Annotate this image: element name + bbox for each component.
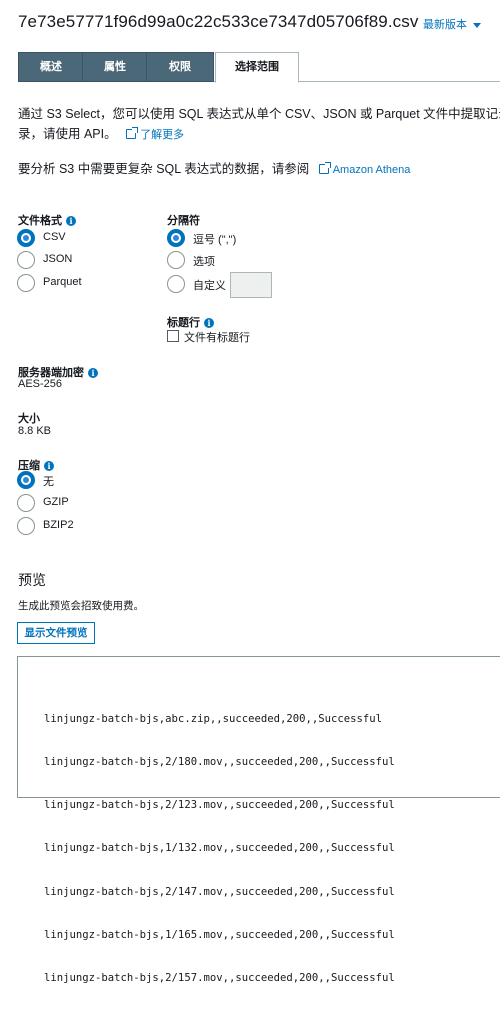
header-row-checkbox-label: 文件有标题行 <box>184 332 250 344</box>
preview-line: linjungz-batch-bjs,2/147.mov,,succeeded,… <box>44 885 395 898</box>
compression-label-text: 压缩 <box>18 460 40 472</box>
format-parquet-label: Parquet <box>43 276 82 288</box>
encryption-value: AES-256 <box>18 378 63 390</box>
header-row-label: 标题行 i <box>167 314 214 330</box>
file-format-label: 文件格式 i <box>18 212 76 228</box>
info-icon[interactable]: i <box>88 368 98 378</box>
delimiter-comma-label: 逗号 (",") <box>193 234 237 246</box>
tab-overview[interactable]: 概述 <box>18 52 84 82</box>
intro-line-1: 通过 S3 Select，您可以使用 SQL 表达式从单个 CSV、JSON 或… <box>18 107 500 121</box>
file-format-label-text: 文件格式 <box>18 215 62 227</box>
header-row-checkbox[interactable] <box>167 330 179 342</box>
compression-gzip-label: GZIP <box>43 496 69 508</box>
title-bar: 7e73e57771f96d99a0c22c533ce7347d05706f89… <box>18 12 500 36</box>
external-link-icon <box>126 127 139 139</box>
preview-heading: 预览 <box>18 572 46 588</box>
intro-line-2: 录，请使用 API。 <box>18 127 117 141</box>
radio-icon[interactable] <box>167 251 185 269</box>
tab-permissions[interactable]: 权限 <box>146 52 214 82</box>
athena-description: 要分析 S3 中需要更复杂 SQL 表达式的数据，请参阅 <box>18 162 310 176</box>
radio-icon[interactable] <box>167 275 185 293</box>
radio-icon[interactable] <box>17 251 35 269</box>
tab-select-from[interactable]: 选择范围 <box>215 52 299 83</box>
size-label: 大小 <box>18 413 40 425</box>
preview-lines: linjungz-batch-bjs,abc.zip,,succeeded,20… <box>44 683 395 1014</box>
preview-line: linjungz-batch-bjs,2/123.mov,,succeeded,… <box>44 799 395 812</box>
version-dropdown[interactable]: 最新版本 <box>423 16 481 32</box>
preview-line: linjungz-batch-bjs,1/165.mov,,succeeded,… <box>44 928 395 941</box>
custom-delimiter-input[interactable] <box>230 272 272 298</box>
delimiter-label: 分隔符 <box>167 215 200 227</box>
delimiter-tab-label: 选项 <box>193 256 215 268</box>
preview-output-box: linjungz-batch-bjs,abc.zip,,succeeded,20… <box>17 656 500 984</box>
version-label: 最新版本 <box>423 19 467 31</box>
delimiter-custom-label: 自定义 <box>193 280 226 292</box>
radio-icon[interactable] <box>17 517 35 535</box>
header-row-checkbox-row[interactable]: 文件有标题行 <box>167 329 250 345</box>
athena-text: 要分析 S3 中需要更复杂 SQL 表达式的数据，请参阅 Amazon Athe… <box>18 158 410 177</box>
format-csv-label: CSV <box>43 231 66 243</box>
info-icon[interactable]: i <box>66 216 76 226</box>
info-icon[interactable]: i <box>204 318 214 328</box>
preview-line: linjungz-batch-bjs,2/180.mov,,succeeded,… <box>44 756 395 769</box>
preview-line: linjungz-batch-bjs,1/132.mov,,succeeded,… <box>44 842 395 855</box>
athena-link-label: Amazon Athena <box>332 164 411 176</box>
preview-line: linjungz-batch-bjs,abc.zip,,succeeded,20… <box>44 712 383 725</box>
caret-down-icon <box>473 22 481 28</box>
intro-text: 通过 S3 Select，您可以使用 SQL 表达式从单个 CSV、JSON 或… <box>18 104 500 145</box>
compression-none-label: 无 <box>43 476 54 488</box>
radio-icon[interactable] <box>17 494 35 512</box>
size-value: 8.8 KB <box>18 425 52 437</box>
preview-line: linjungz-batch-bjs,2/157.mov,,succeeded,… <box>44 972 395 985</box>
object-tabs: 概述 属性 权限 选择范围 <box>18 52 500 83</box>
radio-selected-icon[interactable] <box>17 471 35 489</box>
radio-selected-icon[interactable] <box>17 229 35 247</box>
intro-line-2-wrap: 录，请使用 API。 了解更多 <box>18 124 500 145</box>
compression-bzip2-label: BZIP2 <box>43 519 74 531</box>
radio-icon[interactable] <box>17 274 35 292</box>
header-row-label-text: 标题行 <box>167 317 200 329</box>
tab-properties[interactable]: 属性 <box>82 52 148 82</box>
radio-selected-icon[interactable] <box>167 229 185 247</box>
show-preview-button[interactable]: 显示文件预览 <box>17 622 95 644</box>
external-link-icon <box>318 162 331 174</box>
file-name-title: 7e73e57771f96d99a0c22c533ce7347d05706f89… <box>18 12 419 31</box>
preview-cost-note: 生成此预览会招致使用费。 <box>18 600 144 612</box>
info-icon[interactable]: i <box>44 461 54 471</box>
learn-more-label: 了解更多 <box>140 129 185 141</box>
learn-more-link[interactable]: 了解更多 <box>126 127 185 141</box>
format-json-label: JSON <box>43 253 73 265</box>
athena-link[interactable]: Amazon Athena <box>318 162 411 176</box>
